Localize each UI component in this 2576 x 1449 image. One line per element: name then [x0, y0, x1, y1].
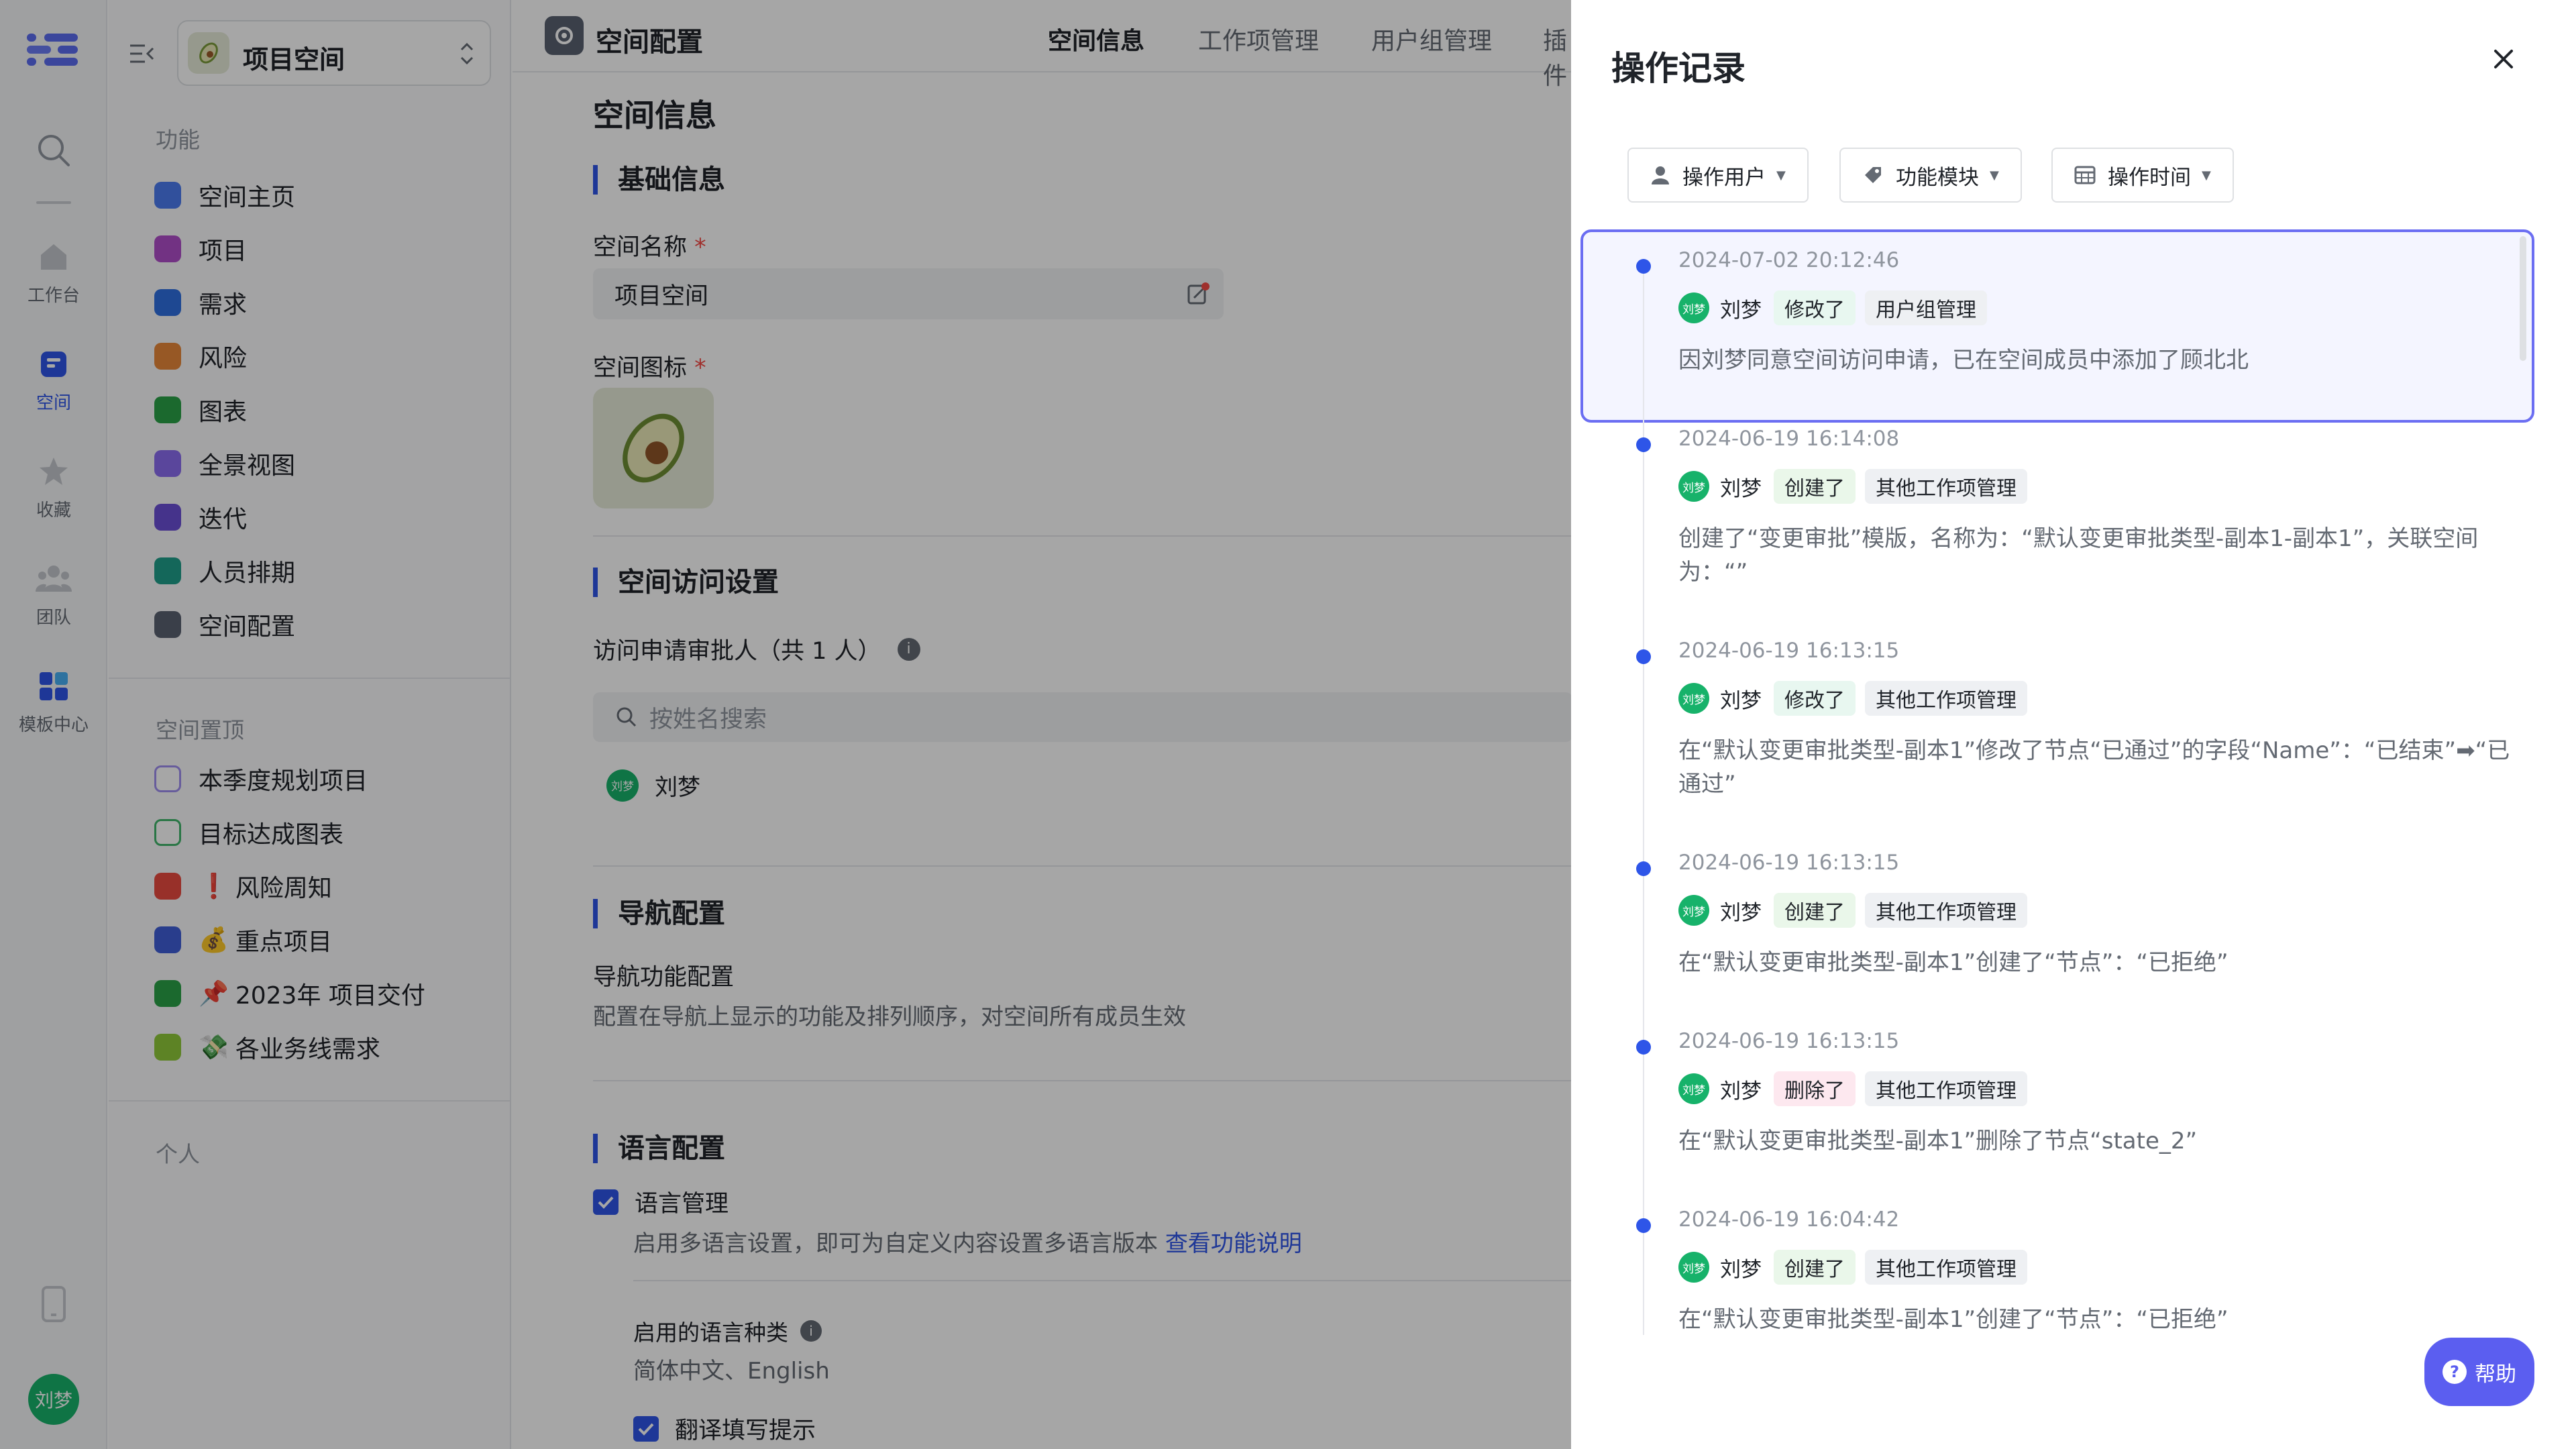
action-tag: 删除了 [1774, 1071, 1856, 1106]
entry-time: 2024-06-19 16:14:08 [1678, 427, 1900, 451]
avatar: 刘梦 [1678, 683, 1709, 714]
caret-down-icon: ▼ [2202, 168, 2211, 182]
tag-icon [1862, 164, 1884, 186]
timeline-dot [1636, 649, 1651, 664]
modal-overlay[interactable] [0, 0, 1571, 1449]
entry-description: 在“默认变更审批类型-副本1”删除了节点“state_2” [1678, 1128, 2198, 1155]
entry-user: 刘梦 [1720, 476, 1762, 501]
entry-meta: 刘梦 刘梦 创建了 其他工作项管理 [1678, 892, 2037, 928]
entry-time: 2024-07-02 20:12:46 [1678, 248, 1900, 272]
entry-description: 在“默认变更审批类型-副本1”创建了“节点”：“已拒绝” [1678, 949, 2229, 976]
avatar: 刘梦 [1678, 292, 1709, 323]
avatar: 刘梦 [1678, 471, 1709, 502]
entry-meta: 刘梦 刘梦 修改了 用户组管理 [1678, 290, 1996, 326]
timeline-dot [1636, 1040, 1651, 1055]
entry-time: 2024-06-19 16:13:15 [1678, 639, 1900, 663]
drawer-title: 操作记录 [1611, 49, 1746, 88]
filter-user[interactable]: 操作用户 ▼ [1627, 148, 1809, 203]
module-tag: 其他工作项管理 [1865, 893, 2027, 928]
module-tag: 其他工作项管理 [1865, 469, 2027, 504]
entry-description: 因刘梦同意空间访问申请，已在空间成员中添加了顾北北 [1678, 347, 2249, 374]
timeline-dot [1636, 1218, 1651, 1233]
scrollbar[interactable] [2520, 236, 2526, 361]
avatar: 刘梦 [1678, 895, 1709, 926]
caret-down-icon: ▼ [1990, 168, 1999, 182]
user-icon [1650, 165, 1670, 185]
entry-meta: 刘梦 刘梦 创建了 其他工作项管理 [1678, 1249, 2037, 1285]
module-tag: 其他工作项管理 [1865, 681, 2027, 716]
entry-meta: 刘梦 刘梦 创建了 其他工作项管理 [1678, 468, 2037, 504]
caret-down-icon: ▼ [1776, 168, 1786, 182]
entry-user: 刘梦 [1720, 1079, 1762, 1104]
timeline-dot [1636, 861, 1651, 876]
calendar-icon [2074, 165, 2096, 185]
action-tag: 创建了 [1774, 893, 1856, 928]
entry-description: 创建了“变更审批”模版，名称为：“默认变更审批类型-副本1-副本1”，关联空间为… [1678, 525, 2479, 586]
filter-module[interactable]: 功能模块 ▼ [1839, 148, 2022, 203]
entry-user: 刘梦 [1720, 298, 1762, 323]
entry-time: 2024-06-19 16:04:42 [1678, 1208, 1900, 1232]
operation-log-drawer: 操作记录 操作用户 ▼ 功能模块 ▼ 操作时间 ▼ ? 帮助 2024-07-02 2… [1571, 0, 2576, 1449]
filter-time[interactable]: 操作时间 ▼ [2051, 148, 2234, 203]
action-tag: 创建了 [1774, 1250, 1856, 1285]
action-tag: 创建了 [1774, 469, 1856, 504]
module-tag: 其他工作项管理 [1865, 1071, 2027, 1106]
entry-meta: 刘梦 刘梦 删除了 其他工作项管理 [1678, 1071, 2037, 1107]
entry-user: 刘梦 [1720, 688, 1762, 713]
entry-time: 2024-06-19 16:13:15 [1678, 851, 1900, 875]
timeline-line [1643, 262, 1644, 1335]
entry-meta: 刘梦 刘梦 修改了 其他工作项管理 [1678, 680, 2037, 716]
entry-user: 刘梦 [1720, 1257, 1762, 1282]
action-tag: 修改了 [1774, 681, 1856, 716]
module-tag: 用户组管理 [1865, 290, 1987, 325]
timeline-dot [1636, 259, 1651, 274]
avatar: 刘梦 [1678, 1252, 1709, 1283]
help-icon: ? [2443, 1360, 2467, 1384]
entry-time: 2024-06-19 16:13:15 [1678, 1029, 1900, 1053]
close-icon[interactable] [2483, 39, 2524, 79]
entry-user: 刘梦 [1720, 900, 1762, 925]
entry-description: 在“默认变更审批类型-副本1”修改了节点“已通过”的字段“Name”：“已结束”… [1678, 737, 2510, 798]
help-button[interactable]: ? 帮助 [2424, 1338, 2534, 1406]
avatar: 刘梦 [1678, 1073, 1709, 1104]
action-tag: 修改了 [1774, 290, 1856, 325]
timeline-dot [1636, 437, 1651, 452]
entry-description: 在“默认变更审批类型-副本1”创建了“节点”：“已拒绝” [1678, 1306, 2229, 1333]
module-tag: 其他工作项管理 [1865, 1250, 2027, 1285]
